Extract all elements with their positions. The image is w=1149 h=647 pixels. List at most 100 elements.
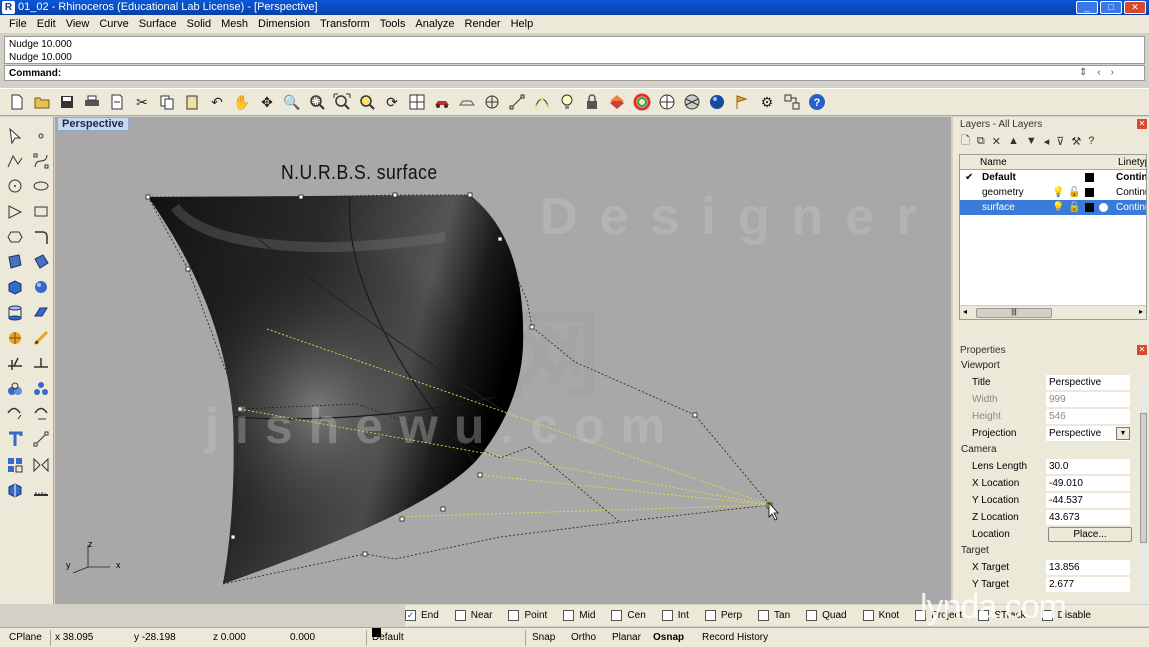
properties-vscroll[interactable] <box>1139 383 1148 603</box>
command-scroll-arrows[interactable]: ⇕‹› <box>1079 66 1124 79</box>
copy-icon[interactable] <box>156 91 178 113</box>
toolbar-layout-icon[interactable] <box>781 91 803 113</box>
perspective-viewport[interactable]: Perspective 设计网 <box>55 117 951 604</box>
layer-row-geometry[interactable]: geometry 💡 🔓 Continu <box>960 185 1146 200</box>
light-bulb-icon[interactable] <box>556 91 578 113</box>
flag-pin-icon[interactable] <box>731 91 753 113</box>
group-icon[interactable] <box>2 376 28 401</box>
current-layer-check-icon[interactable]: ✔ <box>965 170 973 185</box>
curve-control-points-icon[interactable] <box>28 148 54 173</box>
object-properties-icon[interactable] <box>606 91 628 113</box>
car-render-icon[interactable] <box>431 91 453 113</box>
menu-solid[interactable]: Solid <box>182 15 216 33</box>
help-icon[interactable]: ? <box>806 91 828 113</box>
osnap-knot[interactable]: Knot <box>862 610 899 621</box>
surface-corner-icon[interactable] <box>2 249 28 274</box>
col-linetype[interactable]: Linetype <box>1118 155 1146 170</box>
prop-value[interactable]: Perspective <box>1046 375 1130 390</box>
material-circle-icon[interactable] <box>1099 203 1108 212</box>
tools-icon[interactable]: ⚒ <box>1071 135 1081 148</box>
menu-help[interactable]: Help <box>506 15 539 33</box>
move-parent-icon[interactable]: ◂ <box>1044 135 1050 148</box>
transform-icon[interactable] <box>28 325 54 350</box>
rectangle-icon[interactable] <box>28 199 54 224</box>
osnap-int[interactable]: Int <box>661 610 689 621</box>
import-icon[interactable] <box>106 91 128 113</box>
box-solid-icon[interactable] <box>2 275 28 300</box>
menu-curve[interactable]: Curve <box>94 15 133 33</box>
points-on-icon[interactable] <box>531 91 553 113</box>
grid-snap-icon[interactable] <box>481 91 503 113</box>
osnap-mid[interactable]: Mid <box>563 610 595 621</box>
menu-view[interactable]: View <box>61 15 95 33</box>
layer-color-swatch[interactable] <box>1085 188 1094 197</box>
layer-linetype[interactable]: Continu <box>1116 185 1146 200</box>
ruler-icon[interactable] <box>28 477 54 502</box>
close-button[interactable]: ✕ <box>1124 1 1146 14</box>
layer-name[interactable]: geometry <box>982 185 1024 200</box>
place-button[interactable]: Place... <box>1048 527 1132 542</box>
menu-mesh[interactable]: Mesh <box>216 15 253 33</box>
cut-icon[interactable]: ✂ <box>131 91 153 113</box>
polygon-icon[interactable] <box>2 224 28 249</box>
maximize-button[interactable]: □ <box>1100 1 1122 14</box>
menu-analyze[interactable]: Analyze <box>410 15 459 33</box>
polyline-icon[interactable] <box>2 148 28 173</box>
save-icon[interactable] <box>56 91 78 113</box>
menu-render[interactable]: Render <box>460 15 506 33</box>
options-gear-icon[interactable]: ⚙ <box>756 91 778 113</box>
layer-linetype[interactable]: Contin <box>1116 170 1146 185</box>
join-curve-icon[interactable] <box>2 401 28 426</box>
delete-layer-icon[interactable]: ✕ <box>992 135 1001 148</box>
layer-help-icon[interactable]: ? <box>1088 135 1094 147</box>
planar-toggle[interactable]: Planar <box>612 628 641 647</box>
text-t-icon[interactable] <box>2 427 28 452</box>
render-sphere-icon[interactable] <box>706 91 728 113</box>
menu-dimension[interactable]: Dimension <box>253 15 315 33</box>
osnap-checkbox[interactable] <box>563 610 575 621</box>
layer-color-swatch[interactable] <box>1085 203 1094 212</box>
snap-toggle[interactable]: Snap <box>532 628 555 647</box>
osnap-cen[interactable]: Cen <box>611 610 646 621</box>
osnap-checkbox[interactable] <box>704 610 716 621</box>
shaded-sphere-icon[interactable] <box>656 91 678 113</box>
layer-color-swatch[interactable] <box>1085 173 1094 182</box>
projection-dropdown-icon[interactable]: ▼ <box>1116 427 1130 440</box>
print-icon[interactable] <box>81 91 103 113</box>
layer-name[interactable]: Default <box>982 170 1016 185</box>
move-view-icon[interactable]: ✥ <box>256 91 278 113</box>
point-icon[interactable] <box>28 123 54 148</box>
filter-icon[interactable]: ⊽ <box>1056 135 1064 148</box>
move-up-icon[interactable]: ▲ <box>1008 135 1019 147</box>
analyze-icon[interactable] <box>2 477 28 502</box>
osnap-checkbox[interactable]: ✓ <box>405 610 416 621</box>
mesh-tools-icon[interactable] <box>2 325 28 350</box>
osnap-checkbox[interactable] <box>454 610 466 621</box>
command-history[interactable]: Nudge 10.000 Nudge 10.000 <box>4 36 1145 64</box>
layer-linetype[interactable]: Continu <box>1116 200 1146 215</box>
cylinder-icon[interactable] <box>2 300 28 325</box>
record-history-toggle[interactable]: Record History <box>702 628 768 647</box>
layer-unlock-icon[interactable]: 🔓 <box>1068 185 1080 200</box>
nurbs-surface[interactable] <box>148 195 524 584</box>
layer-unlock-icon[interactable]: 🔓 <box>1068 200 1080 215</box>
osnap-quad[interactable]: Quad <box>806 610 847 621</box>
col-name[interactable]: Name <box>980 155 1007 170</box>
surface-edge-icon[interactable] <box>28 249 54 274</box>
osnap-checkbox[interactable] <box>758 610 770 621</box>
close-properties-icon[interactable]: ✕ <box>1137 345 1147 355</box>
layers-list[interactable]: Name Linetype ✔ Default Contin geometry 💡 🔓 Co… <box>959 154 1147 320</box>
open-folder-icon[interactable] <box>31 91 53 113</box>
properties-scroll-thumb[interactable] <box>1140 413 1147 543</box>
menu-surface[interactable]: Surface <box>134 15 182 33</box>
prop-value[interactable]: 30.0 <box>1046 459 1130 474</box>
circle-icon[interactable] <box>2 174 28 199</box>
osnap-checkbox[interactable] <box>611 610 623 621</box>
prop-value[interactable]: -44.537 <box>1046 493 1130 508</box>
explode-icon[interactable] <box>28 376 54 401</box>
ortho-toggle[interactable]: Ortho <box>571 628 596 647</box>
split-icon[interactable] <box>2 351 28 376</box>
color-wheel-icon[interactable] <box>631 91 653 113</box>
menu-tools[interactable]: Tools <box>375 15 411 33</box>
new-layer-icon[interactable]: 🗋 <box>961 132 970 151</box>
